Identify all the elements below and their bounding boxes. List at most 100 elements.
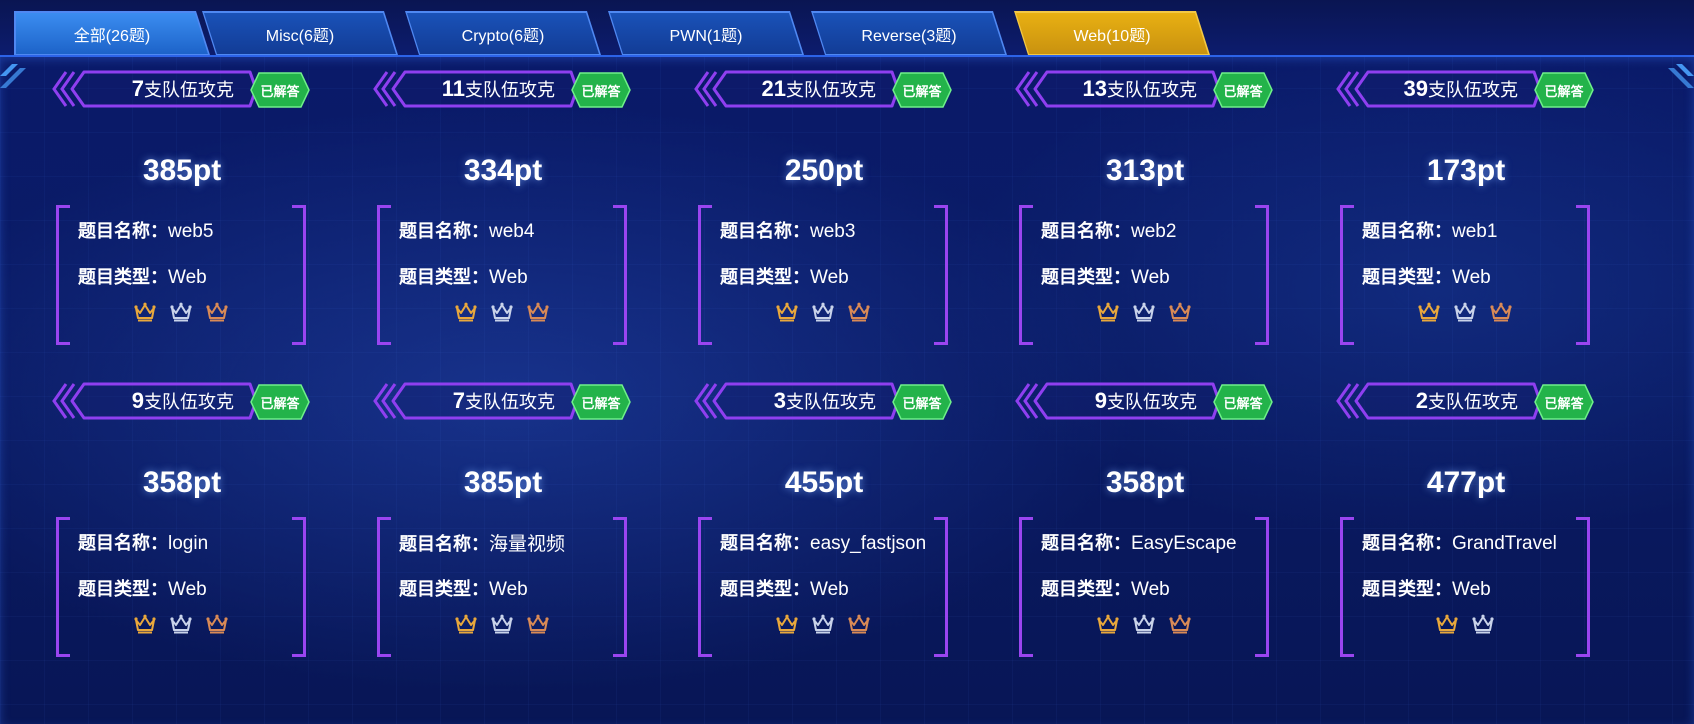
challenge-type-label: 题目类型：: [1362, 267, 1452, 288]
challenge-type-line: 题目类型：Web: [1041, 263, 1170, 289]
solved-teams-suffix: 支队伍攻克: [144, 80, 234, 100]
solved-teams-ribbon: 2 支队伍攻克: [1336, 380, 1542, 422]
challenge-name-label: 题目名称：: [1362, 221, 1452, 242]
gold-crown-icon[interactable]: [1097, 302, 1119, 322]
challenge-type-line: 题目类型：Web: [399, 263, 528, 289]
silver-crown-icon[interactable]: [1472, 614, 1494, 634]
solved-teams-text: 3 支队伍攻克: [774, 384, 876, 418]
challenge-type-label: 题目类型：: [1362, 579, 1452, 600]
solved-badge-label: 已解答: [1223, 84, 1263, 100]
first-blood-crowns: [377, 302, 627, 328]
challenge-grid: 7 支队伍攻克 已解答 385pt 题目名称：web5 题目类型：Web 11 支队伍攻克 已解…: [0, 0, 1694, 724]
solved-teams-ribbon: 7 支队伍攻克: [52, 68, 258, 110]
solved-teams-ribbon: 9 支队伍攻克: [1015, 380, 1221, 422]
solved-teams-count: 7: [452, 388, 465, 413]
challenge-card[interactable]: 39 支队伍攻克 已解答 173pt 题目名称：web1 题目类型：Web: [1284, 68, 1594, 345]
challenge-score: 385pt: [142, 154, 222, 187]
solved-badge-label: 已解答: [902, 84, 942, 100]
first-blood-crowns: [1340, 302, 1590, 328]
silver-crown-icon[interactable]: [1133, 614, 1155, 634]
challenge-score: 313pt: [1105, 154, 1185, 187]
challenge-card[interactable]: 3 支队伍攻克 已解答 455pt 题目名称：easy_fastjson 题目类型：Web: [642, 380, 952, 657]
silver-crown-icon[interactable]: [491, 614, 513, 634]
challenge-card[interactable]: 13 支队伍攻克 已解答 313pt 题目名称：web2 题目类型：Web: [963, 68, 1273, 345]
challenge-name-label: 题目名称：: [1362, 533, 1452, 554]
challenge-name-label: 题目名称：: [78, 221, 168, 242]
gold-crown-icon[interactable]: [1436, 614, 1458, 634]
bronze-crown-icon[interactable]: [527, 614, 549, 634]
challenge-type-label: 题目类型：: [720, 579, 810, 600]
solved-teams-text: 2 支队伍攻克: [1416, 384, 1518, 418]
gold-crown-icon[interactable]: [1418, 302, 1440, 322]
challenge-name-line: 题目名称：web1: [1362, 217, 1497, 243]
challenge-type-line: 题目类型：Web: [720, 575, 849, 601]
challenge-type-label: 题目类型：: [720, 267, 810, 288]
gold-crown-icon[interactable]: [455, 302, 477, 322]
challenge-type: Web: [1452, 267, 1491, 288]
silver-crown-icon[interactable]: [812, 614, 834, 634]
solved-teams-ribbon: 9 支队伍攻克: [52, 380, 258, 422]
solved-teams-count: 39: [1403, 76, 1428, 101]
silver-crown-icon[interactable]: [1454, 302, 1476, 322]
challenge-name: 海量视频: [489, 534, 566, 555]
gold-crown-icon[interactable]: [776, 614, 798, 634]
silver-crown-icon[interactable]: [812, 302, 834, 322]
challenge-info-box: 题目名称：web1 题目类型：Web: [1340, 205, 1590, 345]
challenge-type-label: 题目类型：: [399, 579, 489, 600]
solved-badge-label: 已解答: [581, 396, 621, 412]
solved-teams-ribbon: 3 支队伍攻克: [694, 380, 900, 422]
challenge-type: Web: [810, 267, 849, 288]
challenge-card[interactable]: 2 支队伍攻克 已解答 477pt 题目名称：GrandTravel 题目类型：Web: [1284, 380, 1594, 657]
bronze-crown-icon[interactable]: [1169, 614, 1191, 634]
challenge-card[interactable]: 9 支队伍攻克 已解答 358pt 题目名称：login 题目类型：Web: [0, 380, 310, 657]
silver-crown-icon[interactable]: [491, 302, 513, 322]
solved-teams-suffix: 支队伍攻克: [465, 80, 555, 100]
challenge-type-label: 题目类型：: [399, 267, 489, 288]
solved-teams-count: 7: [131, 76, 144, 101]
solved-badge: 已解答: [1533, 71, 1595, 109]
solved-teams-text: 13 支队伍攻克: [1083, 72, 1197, 106]
bronze-crown-icon[interactable]: [1169, 302, 1191, 322]
bronze-crown-icon[interactable]: [848, 302, 870, 322]
challenge-info-box: 题目名称：easy_fastjson 题目类型：Web: [698, 517, 948, 657]
first-blood-crowns: [56, 614, 306, 640]
gold-crown-icon[interactable]: [134, 614, 156, 634]
challenge-name-label: 题目名称：: [1041, 221, 1131, 242]
challenge-card[interactable]: 11 支队伍攻克 已解答 334pt 题目名称：web4 题目类型：Web: [321, 68, 631, 345]
first-blood-crowns: [1019, 302, 1269, 328]
bronze-crown-icon[interactable]: [206, 614, 228, 634]
solved-teams-text: 21 支队伍攻克: [762, 72, 876, 106]
solved-teams-text: 11 支队伍攻克: [442, 72, 555, 106]
gold-crown-icon[interactable]: [455, 614, 477, 634]
silver-crown-icon[interactable]: [1133, 302, 1155, 322]
silver-crown-icon[interactable]: [170, 614, 192, 634]
solved-teams-count: 3: [773, 388, 786, 413]
challenge-name-label: 题目名称：: [399, 221, 489, 242]
bronze-crown-icon[interactable]: [527, 302, 549, 322]
challenge-name-line: 题目名称：web2: [1041, 217, 1176, 243]
challenge-type-line: 题目类型：Web: [720, 263, 849, 289]
silver-crown-icon[interactable]: [170, 302, 192, 322]
gold-crown-icon[interactable]: [776, 302, 798, 322]
solved-teams-text: 9 支队伍攻克: [132, 384, 234, 418]
bronze-crown-icon[interactable]: [1490, 302, 1512, 322]
bronze-crown-icon[interactable]: [848, 614, 870, 634]
solved-teams-count: 9: [131, 388, 144, 413]
challenge-name: GrandTravel: [1452, 533, 1557, 554]
challenge-type: Web: [1452, 579, 1491, 600]
solved-teams-suffix: 支队伍攻克: [1428, 392, 1518, 412]
bronze-crown-icon[interactable]: [206, 302, 228, 322]
challenge-name-label: 题目名称：: [720, 533, 810, 554]
challenge-card[interactable]: 9 支队伍攻克 已解答 358pt 题目名称：EasyEscape 题目类型：Web: [963, 380, 1273, 657]
challenge-name: login: [168, 533, 209, 554]
challenge-info-box: 题目名称：web3 题目类型：Web: [698, 205, 948, 345]
gold-crown-icon[interactable]: [1097, 614, 1119, 634]
challenge-info-box: 题目名称：login 题目类型：Web: [56, 517, 306, 657]
first-blood-crowns: [698, 614, 948, 640]
solved-teams-count: 13: [1082, 76, 1107, 101]
challenge-type-label: 题目类型：: [78, 579, 168, 600]
challenge-card[interactable]: 7 支队伍攻克 已解答 385pt 题目名称：海量视频 题目类型：Web: [321, 380, 631, 657]
challenge-card[interactable]: 7 支队伍攻克 已解答 385pt 题目名称：web5 题目类型：Web: [0, 68, 310, 345]
gold-crown-icon[interactable]: [134, 302, 156, 322]
challenge-card[interactable]: 21 支队伍攻克 已解答 250pt 题目名称：web3 题目类型：Web: [642, 68, 952, 345]
